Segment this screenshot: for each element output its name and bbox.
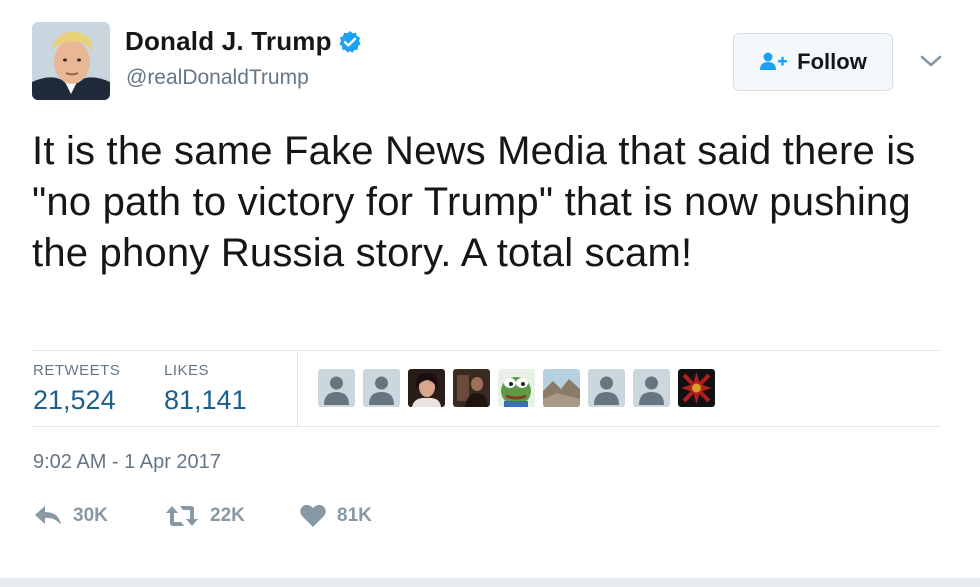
liker-avatar-photo[interactable] — [408, 369, 445, 407]
liker-avatar-default[interactable] — [633, 369, 670, 407]
retweets-label: RETWEETS — [33, 362, 121, 379]
stats-bottom-divider — [32, 426, 940, 427]
red-cross-emblem-icon — [678, 369, 715, 407]
add-user-icon — [760, 52, 788, 70]
stats-separator — [297, 350, 298, 426]
liker-avatar-landscape[interactable] — [543, 369, 580, 407]
follow-label: Follow — [797, 49, 867, 74]
profile-photo-icon — [32, 22, 110, 100]
default-avatar-icon — [318, 369, 355, 407]
landscape-icon — [543, 369, 580, 407]
reply-button[interactable]: 30K — [33, 503, 108, 529]
like-count: 81K — [337, 505, 372, 526]
like-button[interactable]: 81K — [299, 503, 372, 529]
follow-button[interactable]: Follow — [733, 33, 893, 91]
chevron-down-icon[interactable] — [919, 53, 943, 69]
retweets-count[interactable]: 21,524 — [33, 385, 120, 416]
default-avatar-icon — [363, 369, 400, 407]
liker-avatar-default[interactable] — [318, 369, 355, 407]
liker-avatar-pepe[interactable] — [498, 369, 535, 407]
retweets-stat[interactable]: RETWEETS 21,524 — [33, 362, 120, 416]
profile-avatar[interactable] — [32, 22, 110, 100]
tweet-card: Donald J. Trump @realDonaldTrump Follow … — [0, 0, 980, 587]
liker-avatars — [318, 369, 715, 407]
reply-count: 30K — [73, 505, 108, 526]
stats-top-divider — [32, 350, 940, 351]
liker-avatar-emblem[interactable] — [678, 369, 715, 407]
likes-label: LIKES — [164, 362, 210, 379]
user-handle[interactable]: @realDonaldTrump — [126, 66, 309, 90]
liker-avatar-photo[interactable] — [453, 369, 490, 407]
likes-stat[interactable]: LIKES 81,141 — [164, 362, 247, 416]
likes-count[interactable]: 81,141 — [164, 385, 247, 416]
retweet-icon — [166, 506, 198, 526]
liker-avatar-default[interactable] — [588, 369, 625, 407]
tweet-text: It is the same Fake News Media that said… — [32, 129, 916, 275]
photo-woman-icon — [408, 369, 445, 407]
bottom-border — [0, 578, 980, 587]
display-name[interactable]: Donald J. Trump — [125, 26, 332, 57]
tweet-timestamp[interactable]: 9:02 AM - 1 Apr 2017 — [33, 451, 221, 474]
default-avatar-icon — [588, 369, 625, 407]
liker-avatar-default[interactable] — [363, 369, 400, 407]
default-avatar-icon — [633, 369, 670, 407]
user-name-row[interactable]: Donald J. Trump — [125, 26, 362, 57]
reply-icon — [35, 506, 61, 525]
verified-badge-icon — [339, 30, 361, 53]
retweet-count: 22K — [210, 505, 245, 526]
heart-icon — [300, 504, 326, 527]
pepe-frog-icon — [498, 369, 535, 407]
photo-dark-icon — [453, 369, 490, 407]
retweet-button[interactable]: 22K — [164, 503, 245, 529]
